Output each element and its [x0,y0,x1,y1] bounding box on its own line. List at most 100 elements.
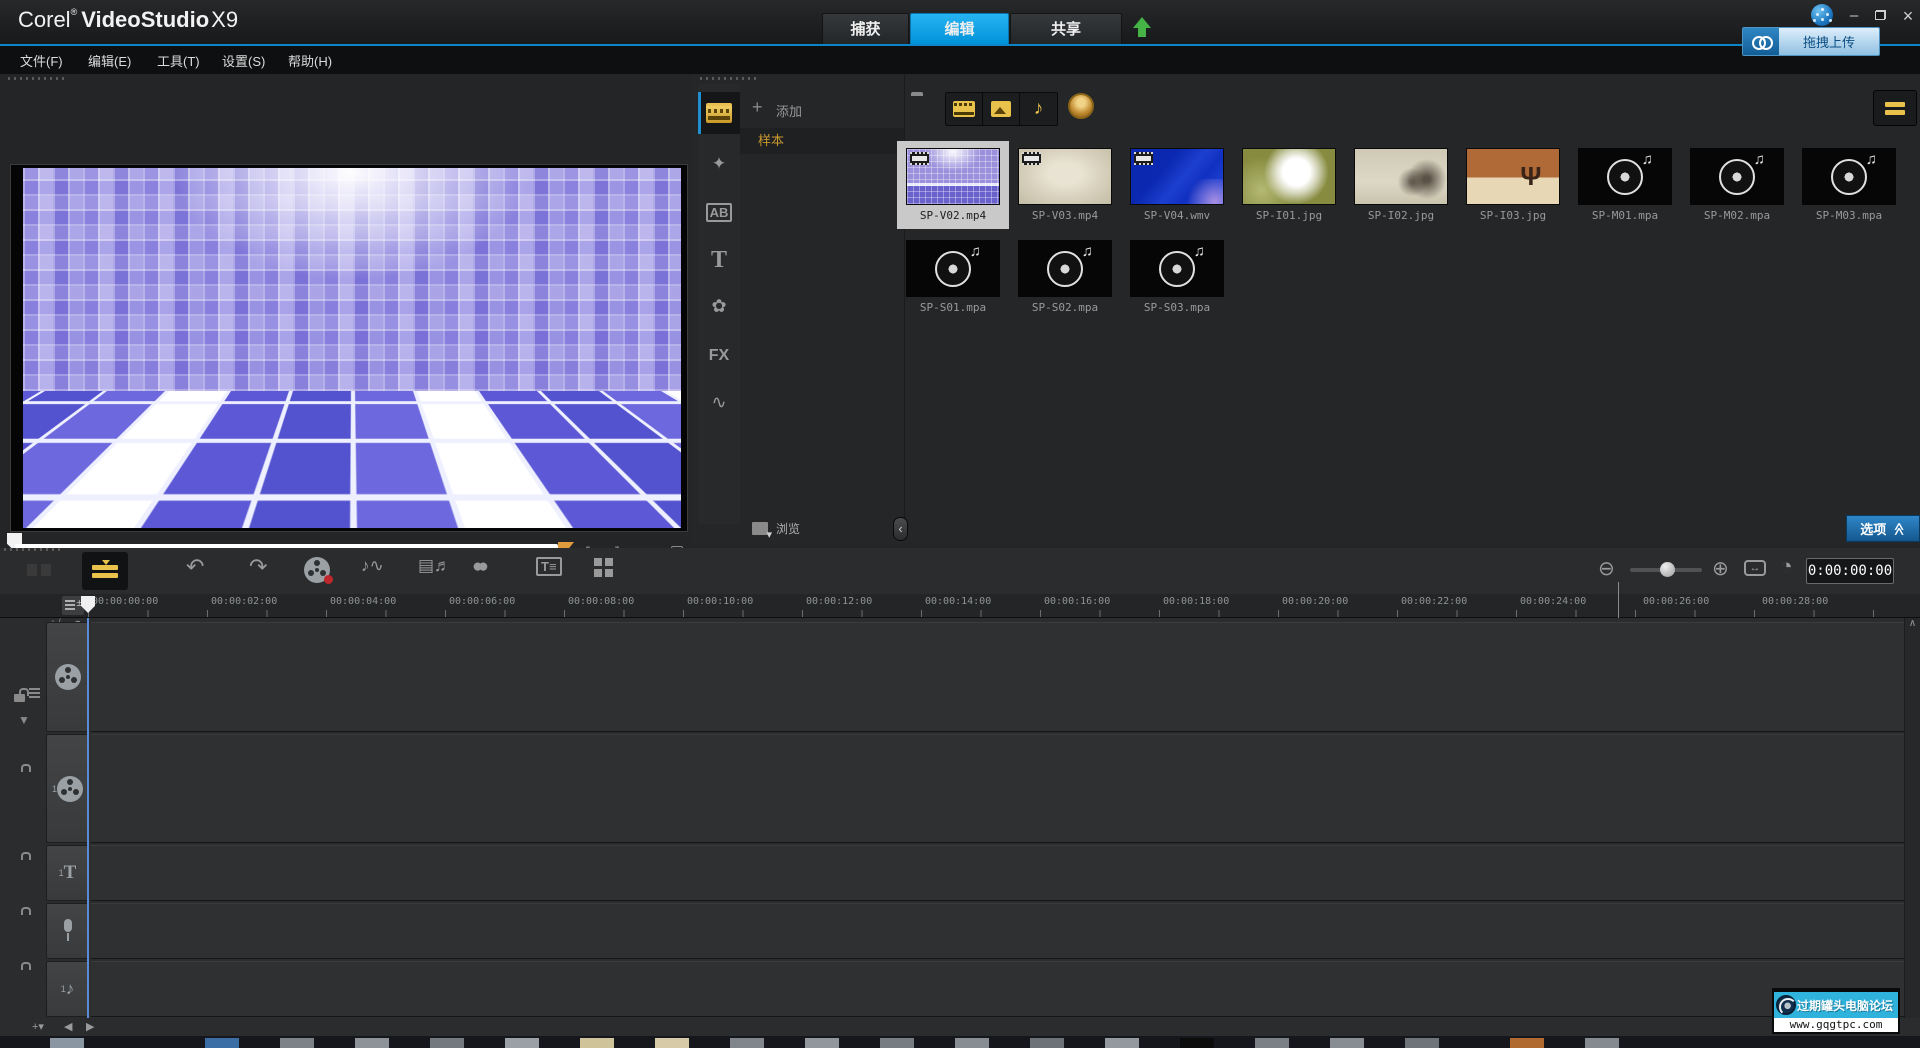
view-storyboard-button[interactable] [1873,90,1917,126]
taskbar-window[interactable] [505,1038,539,1048]
taskbar-window[interactable] [1105,1038,1139,1048]
taskbar-window[interactable] [955,1038,989,1048]
rail-motion-path[interactable]: ∿ [698,382,740,422]
taskbar-window[interactable] [1330,1038,1364,1048]
music-track-row[interactable] [91,961,1904,1017]
library-item[interactable]: SP-S02.mpa [1009,233,1121,321]
taskbar-window[interactable] [580,1038,614,1048]
record-capture-button[interactable] [304,557,330,583]
rail-instant-project[interactable]: ✦ [698,144,740,184]
rail-titles[interactable]: T [698,240,740,280]
taskbar-window[interactable] [805,1038,839,1048]
step-tab-edit[interactable]: 编辑 [910,13,1009,44]
timeline-timecode[interactable]: 0:00:00:00 [1806,558,1894,584]
close-button[interactable]: × [1897,6,1919,26]
undo-button[interactable]: ↶ [186,554,204,580]
filter-photos-button[interactable] [983,93,1020,125]
zoom-in-button[interactable]: ⊕ [1712,556,1729,581]
options-button[interactable]: 选项 ≪ [1846,515,1920,542]
minimize-button[interactable]: – [1843,6,1865,26]
sound-mixer-button[interactable]: ♪∿ [361,556,384,576]
auto-music-button[interactable]: ▤♬ [418,556,451,576]
library-color-icon[interactable] [1068,93,1094,119]
slider-knob[interactable] [1660,562,1675,577]
browse-button[interactable]: 浏览 [752,520,800,537]
zoom-out-button[interactable]: ⊖ [1598,556,1615,581]
overlay-track-header[interactable]: 1 [46,734,89,843]
taskbar-window[interactable] [1180,1038,1214,1048]
library-item[interactable]: SP-S03.mpa [1121,233,1233,321]
ripple-edit-toggle[interactable] [14,688,40,702]
menu-tools[interactable]: 工具(T) [157,51,200,70]
menu-file[interactable]: 文件(F) [20,51,63,70]
filter-audio-button[interactable]: ♪ [1020,93,1057,125]
drag-upload-badge[interactable]: 拖拽上传 [1742,27,1880,56]
timeline-view-button[interactable] [82,552,128,590]
taskbar-window[interactable] [1030,1038,1064,1048]
step-tab-share[interactable]: 共享 [1010,13,1122,44]
subtitle-editor-button[interactable]: T≡ [536,558,562,576]
split-screen-button[interactable] [594,558,613,577]
taskbar-window[interactable] [355,1038,389,1048]
scroll-left-button[interactable]: ◀ [64,1020,72,1033]
menu-edit[interactable]: 编辑(E) [88,51,131,70]
category-samples[interactable]: 样本 [740,128,904,154]
corel-connect-icon[interactable] [1811,4,1833,26]
library-item[interactable]: SP-I02.jpg [1345,141,1457,229]
music-track-header[interactable]: 1♪ [46,961,89,1017]
redo-button[interactable]: ↷ [249,554,267,580]
fit-timeline-button[interactable]: ↔ [1744,560,1766,576]
step-tab-capture[interactable]: 捕获 [822,13,909,44]
video-track-header[interactable] [46,622,89,732]
collapse-left-button[interactable]: ‹ [893,517,908,541]
add-track-button[interactable]: +▾ [32,1020,44,1033]
menu-help[interactable]: 帮助(H) [288,51,332,70]
library-item[interactable]: SP-I01.jpg [1233,141,1345,229]
scroll-right-button[interactable]: ▶ [86,1020,94,1033]
video-track-row[interactable] [91,622,1904,732]
track-options-chevron[interactable]: ▼ [18,713,30,727]
taskbar-window[interactable] [205,1038,239,1048]
rail-filters[interactable]: FX [698,336,740,376]
menu-settings[interactable]: 设置(S) [222,51,265,70]
taskbar-window[interactable] [655,1038,689,1048]
library-item[interactable]: SP-M02.mpa [1681,141,1793,229]
title-track-header[interactable]: 1T [46,845,89,901]
taskbar-window[interactable] [1405,1038,1439,1048]
restore-button[interactable] [1869,6,1891,26]
voice-track-row[interactable] [91,903,1904,959]
taskbar-window[interactable] [1255,1038,1289,1048]
timeline-zoom-slider[interactable] [1630,568,1702,572]
scroll-up-button[interactable]: ∧ [1905,618,1920,629]
library-item[interactable]: SP-V02.mp4 [897,141,1009,229]
taskbar-window[interactable] [50,1038,84,1048]
track-manager-button[interactable] [62,596,84,615]
filter-videos-button[interactable] [946,93,983,125]
publish-up-arrow-icon[interactable] [1133,17,1151,39]
title-track-row[interactable] [91,845,1904,901]
library-item[interactable]: SP-I03.jpg [1457,141,1569,229]
taskbar-window[interactable] [880,1038,914,1048]
taskbar-window[interactable] [280,1038,314,1048]
taskbar-window[interactable] [1585,1038,1619,1048]
add-folder-button[interactable]: + 添加 [740,96,905,124]
library-item[interactable]: SP-M03.mpa [1793,141,1905,229]
library-item[interactable]: SP-V04.wmv [1121,141,1233,229]
windows-taskbar[interactable] [0,1036,1920,1048]
overlay-options-button[interactable]: ●● [472,556,483,578]
rail-media-library[interactable] [698,92,740,134]
overlay-track-row[interactable] [91,734,1904,843]
taskbar-window[interactable] [430,1038,464,1048]
ruler-clock-button[interactable]: ◔ [1780,555,1793,579]
taskbar-window[interactable] [1510,1038,1544,1048]
taskbar-window[interactable] [730,1038,764,1048]
drag-upload-label: 拖拽上传 [1779,28,1879,55]
library-item[interactable]: SP-M01.mpa [1569,141,1681,229]
timeline-ruler[interactable]: 00:00:00:00 00:00:02:00 00:00:04:00 00:0… [0,594,1920,618]
voice-track-header[interactable] [46,903,89,959]
rail-graphics[interactable]: ✿ [698,286,740,326]
rail-transitions[interactable]: AB [698,192,740,232]
library-item[interactable]: SP-V03.mp4 [1009,141,1121,229]
library-item[interactable]: SP-S01.mpa [897,233,1009,321]
panel-drag-dots[interactable] [8,77,66,80]
